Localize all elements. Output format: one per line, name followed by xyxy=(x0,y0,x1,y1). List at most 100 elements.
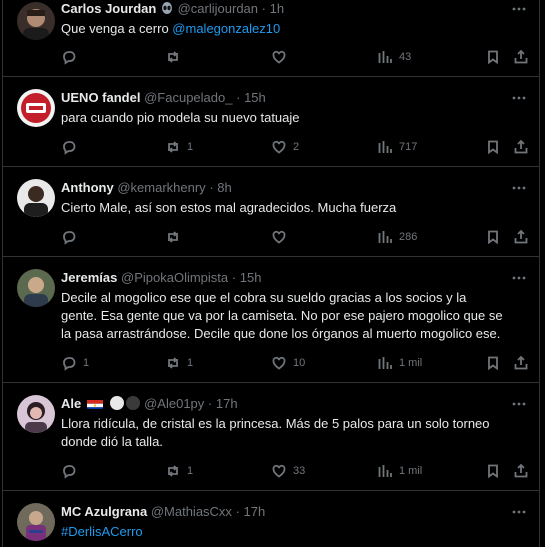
tweet[interactable]: Ale @Ale01py · 17h Llora ridícula, de cr… xyxy=(2,383,540,491)
reply-icon xyxy=(63,231,76,245)
tweet-text: Cierto Male, así son estos mal agradecid… xyxy=(61,200,397,215)
share-icon xyxy=(514,139,528,154)
share-button[interactable] xyxy=(513,138,529,156)
alien-emoji-icon xyxy=(160,1,178,16)
separator: · xyxy=(207,396,213,411)
retweet-count: 1 xyxy=(187,141,194,153)
share-button[interactable] xyxy=(513,48,529,66)
display-name[interactable]: Anthony xyxy=(61,180,114,195)
avatar[interactable] xyxy=(17,89,55,127)
bookmark-icon xyxy=(488,50,498,65)
views-button[interactable]: 1 mil xyxy=(377,462,422,480)
tweet-header: Jeremías @PipokaOlimpista · 15h xyxy=(61,269,531,287)
bookmark-button[interactable] xyxy=(485,462,501,480)
views-button[interactable]: 43 xyxy=(377,48,411,66)
user-handle[interactable]: @carlijourdan xyxy=(178,1,258,16)
timestamp[interactable]: 15h xyxy=(240,270,262,285)
retweet-icon xyxy=(168,465,178,477)
share-icon xyxy=(514,355,528,370)
avatar[interactable] xyxy=(17,503,55,541)
share-button[interactable] xyxy=(513,354,529,372)
avatar[interactable] xyxy=(17,2,55,40)
timestamp[interactable]: 8h xyxy=(217,180,231,195)
mention-link[interactable]: @malegonzalez10 xyxy=(172,21,280,36)
reply-icon xyxy=(63,51,76,65)
display-name[interactable]: Jeremías xyxy=(61,270,117,285)
user-handle[interactable]: @Ale01py xyxy=(144,396,204,411)
avatar[interactable] xyxy=(17,395,55,433)
reply-button[interactable]: 1 xyxy=(61,354,89,372)
like-button[interactable] xyxy=(271,48,287,66)
retweet-button[interactable] xyxy=(165,228,181,246)
user-handle[interactable]: @MathiasCxx xyxy=(151,504,232,519)
timestamp[interactable]: 17h xyxy=(216,396,238,411)
views-button[interactable]: 1 mil xyxy=(377,354,422,372)
views-button[interactable]: 286 xyxy=(377,228,417,246)
more-icon[interactable] xyxy=(511,396,527,412)
views-count: 43 xyxy=(399,51,412,63)
retweet-button[interactable]: 1 xyxy=(165,138,193,156)
tweet-text-line: gente. Esa gente que va por la camiseta.… xyxy=(61,308,503,323)
share-button[interactable] xyxy=(513,462,529,480)
tweet-actions: 286 xyxy=(61,228,529,246)
like-button[interactable] xyxy=(271,228,287,246)
tweet-text-line: Decile al mogolico ese que el cobra su s… xyxy=(61,290,467,305)
tweet[interactable]: Jeremías @PipokaOlimpista · 15h Decile a… xyxy=(2,257,540,383)
share-button[interactable] xyxy=(513,228,529,246)
like-button[interactable]: 33 xyxy=(271,462,305,480)
bookmark-button[interactable] xyxy=(485,48,501,66)
display-name[interactable]: UENO fandel xyxy=(61,90,140,105)
tweet-text-body: Que venga a cerro xyxy=(61,21,173,36)
tweet[interactable]: MC Azulgrana @MathiasCxx · 17h #DerlisAC… xyxy=(2,491,540,547)
bookmark-icon xyxy=(488,230,498,245)
timestamp[interactable]: 1h xyxy=(270,1,284,16)
user-handle[interactable]: @Facupelado_ xyxy=(144,90,232,105)
tweet[interactable]: Anthony @kemarkhenry · 8h Cierto Male, a… xyxy=(2,167,540,257)
more-icon[interactable] xyxy=(511,270,527,286)
timestamp[interactable]: 17h xyxy=(244,504,266,519)
separator: · xyxy=(236,90,241,105)
retweet-icon xyxy=(168,357,178,369)
reply-button[interactable] xyxy=(61,228,77,246)
user-handle[interactable]: @PipokaOlimpista xyxy=(121,270,228,285)
display-name[interactable]: Ale xyxy=(61,396,81,411)
display-name[interactable]: Carlos Jourdan xyxy=(61,1,156,16)
like-count: 10 xyxy=(293,357,306,369)
like-count: 2 xyxy=(293,141,300,153)
like-button[interactable]: 2 xyxy=(271,138,299,156)
like-button[interactable]: 10 xyxy=(271,354,305,372)
tweet[interactable]: UENO fandel @Facupelado_ · 15h para cuan… xyxy=(2,77,540,167)
views-button[interactable]: 717 xyxy=(377,138,417,156)
timestamp[interactable]: 15h xyxy=(244,90,266,105)
tweet[interactable]: Carlos Jourdan @carlijourdan · 1h Que ve… xyxy=(2,0,540,77)
retweet-button[interactable] xyxy=(165,48,181,66)
more-icon[interactable] xyxy=(511,180,527,196)
bookmark-button[interactable] xyxy=(485,228,501,246)
like-count: 33 xyxy=(293,465,306,477)
more-icon[interactable] xyxy=(511,90,527,106)
separator: · xyxy=(261,1,266,16)
retweet-button[interactable]: 1 xyxy=(165,354,193,372)
retweet-icon xyxy=(168,141,178,153)
user-handle[interactable]: @kemarkhenry xyxy=(117,180,205,195)
tweet-header: Carlos Jourdan @carlijourdan · 1h xyxy=(61,0,531,18)
more-icon[interactable] xyxy=(511,1,527,17)
avatar[interactable] xyxy=(17,269,55,307)
display-name[interactable]: MC Azulgrana xyxy=(61,504,147,519)
tweet-text: Que venga a cerro @malegonzalez10 xyxy=(61,20,529,38)
heart-icon xyxy=(272,50,286,64)
bookmark-button[interactable] xyxy=(485,354,501,372)
separator: · xyxy=(235,504,240,519)
avatar[interactable] xyxy=(17,179,55,217)
reply-button[interactable] xyxy=(61,138,77,156)
black-circle-icon xyxy=(126,396,141,410)
more-icon[interactable] xyxy=(511,504,527,520)
retweet-button[interactable]: 1 xyxy=(165,462,193,480)
heart-icon xyxy=(272,356,286,370)
white-circle-icon xyxy=(110,396,125,410)
hashtag-link[interactable]: #DerlisACerro xyxy=(61,524,143,539)
reply-button[interactable] xyxy=(61,462,77,480)
tweet-text: Decile al mogolico ese que el cobra su s… xyxy=(61,289,533,343)
reply-button[interactable] xyxy=(61,48,77,66)
bookmark-button[interactable] xyxy=(485,138,501,156)
